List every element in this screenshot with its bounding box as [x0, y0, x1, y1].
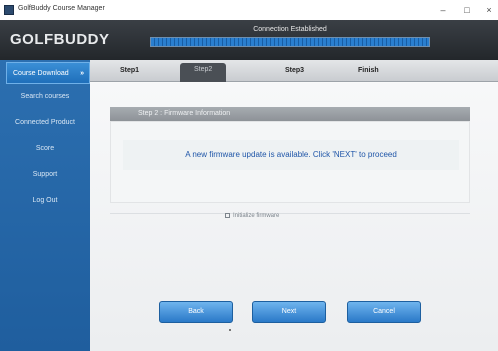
firmware-panel: A new firmware update is available. Clic…	[110, 121, 470, 203]
initialize-firmware-option[interactable]: Initialize firmware	[225, 213, 279, 219]
next-button[interactable]: Next	[252, 301, 326, 323]
window-title: GolfBuddy Course Manager	[18, 5, 105, 12]
panel-title: Step 2 : Firmware Information	[138, 110, 231, 117]
sidebar: Course Download » Search courses Connect…	[0, 60, 90, 351]
cursor-dot	[229, 329, 231, 331]
golfbuddy-logo: GOLFBUDDY	[10, 31, 110, 48]
step-2-active: Step2	[180, 63, 227, 82]
minimize-button[interactable]: –	[436, 3, 450, 17]
message-box: A new firmware update is available. Clic…	[123, 140, 459, 170]
sidebar-item-score[interactable]: Score	[0, 138, 90, 160]
firmware-message: A new firmware update is available. Clic…	[185, 150, 397, 159]
maximize-button[interactable]: □	[460, 3, 474, 17]
main-content: Step 2 : Firmware Information A new firm…	[90, 83, 498, 351]
sidebar-item-support[interactable]: Support	[0, 164, 90, 186]
panel-header: Step 2 : Firmware Information	[110, 107, 470, 121]
step-indicator: Step1 Step2 Step3 Finish	[90, 60, 498, 82]
option-label: Initialize firmware	[233, 213, 280, 220]
checkbox-icon[interactable]	[225, 213, 230, 218]
close-button[interactable]: ×	[482, 3, 496, 17]
app-icon	[4, 5, 14, 15]
chevron-right-icon: »	[80, 70, 84, 77]
sidebar-item-label: Course Download	[13, 70, 69, 77]
sidebar-item-search-courses[interactable]: Search courses	[0, 86, 90, 108]
sidebar-item-log-out[interactable]: Log Out	[0, 190, 90, 212]
sidebar-item-connected-product[interactable]: Connected Product	[0, 112, 90, 134]
cancel-button[interactable]: Cancel	[347, 301, 421, 323]
app-header: GOLFBUDDY Connection Established	[0, 20, 498, 60]
back-button[interactable]: Back	[159, 301, 233, 323]
app-window: GolfBuddy Course Manager – □ × GOLFBUDDY…	[0, 0, 498, 351]
sidebar-item-course-download[interactable]: Course Download »	[6, 62, 90, 84]
connection-status: Connection Established	[253, 26, 327, 33]
divider	[110, 213, 470, 214]
title-bar: GolfBuddy Course Manager – □ ×	[0, 0, 498, 20]
connection-progress-bar	[150, 37, 430, 47]
